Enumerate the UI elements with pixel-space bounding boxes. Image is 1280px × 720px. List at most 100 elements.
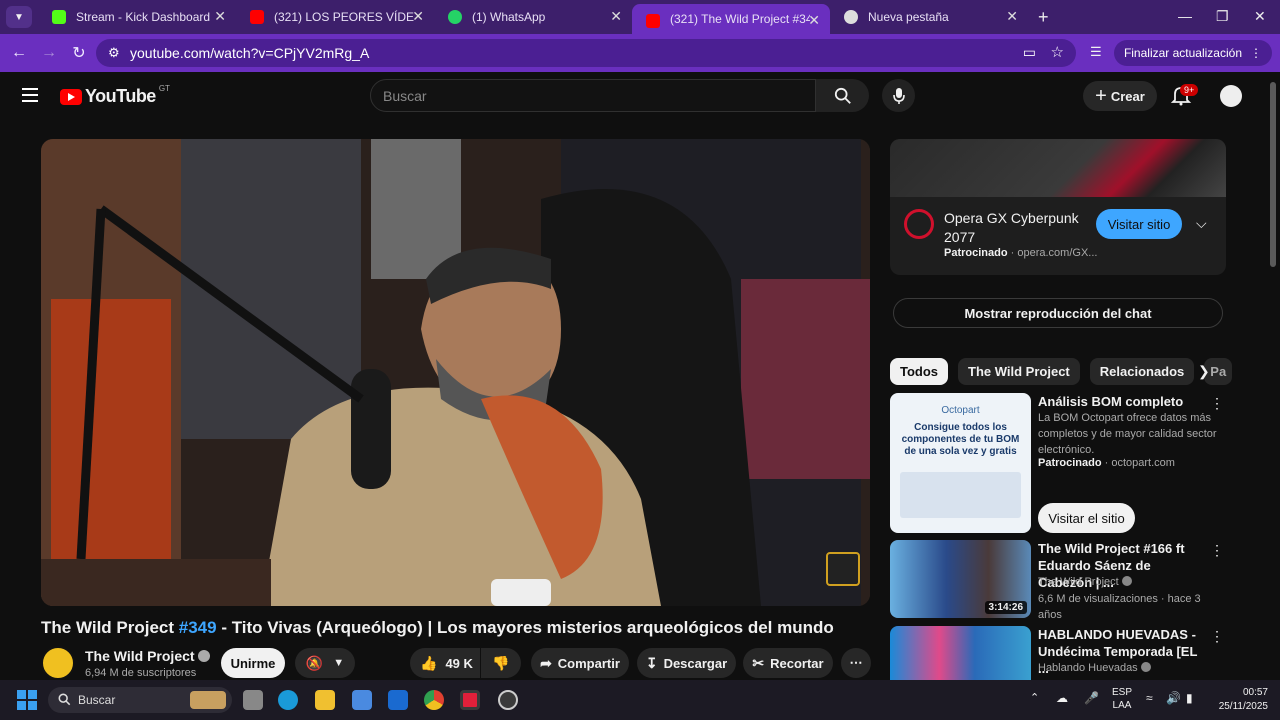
video-hashtag-link[interactable]: #349 (179, 618, 217, 637)
channel-avatar[interactable] (41, 646, 75, 680)
rec-channel-name[interactable]: The Wild Project (1038, 576, 1119, 588)
page-scrollbar[interactable] (1270, 82, 1276, 267)
more-horiz-icon: ⋯ (849, 655, 863, 670)
list-item[interactable]: Octopart Consigue todos los componentes … (890, 393, 1226, 533)
rec-sponsored-label: Patrocinado (1038, 457, 1102, 469)
visit-the-site-button[interactable]: Visitar el sitio (1038, 503, 1135, 533)
back-icon[interactable]: ← (4, 44, 34, 62)
outlook-icon[interactable] (388, 690, 408, 710)
clip-button[interactable]: ✂ Recortar (743, 648, 833, 678)
channel-name[interactable]: The Wild Project (85, 648, 211, 664)
more-options-icon[interactable]: ⋮ (1210, 628, 1224, 645)
close-tab-icon[interactable]: ✕ (808, 12, 820, 29)
ad-thumbnail[interactable]: Octopart Consigue todos los componentes … (890, 393, 1031, 533)
sponsored-ad-card[interactable]: Opera GX Cyberpunk 2077 Patrocinado · op… (890, 139, 1226, 275)
video-thumbnail[interactable] (890, 626, 1031, 680)
rec-title[interactable]: Análisis BOM completo (1038, 393, 1206, 410)
voice-search-button[interactable] (882, 79, 915, 112)
opera-gx-icon[interactable] (460, 690, 480, 710)
microsoft-store-icon[interactable] (352, 690, 372, 710)
clock-date: 25/11/2025 (1218, 701, 1268, 712)
ad-sponsored-label: Patrocinado (944, 247, 1008, 259)
create-label: Crear (1110, 88, 1145, 104)
edge-icon[interactable] (278, 690, 298, 710)
close-tab-icon[interactable]: ✕ (610, 8, 622, 25)
share-label: Compartir (557, 655, 620, 671)
chip-todos[interactable]: Todos (890, 358, 949, 385)
wifi-icon[interactable]: ≈ (1146, 692, 1153, 705)
close-tab-icon[interactable]: ✕ (214, 8, 226, 25)
create-button[interactable]: + Crear (1083, 81, 1157, 111)
chip-relacionados[interactable]: Relacionados (1089, 358, 1195, 385)
list-item[interactable]: HABLANDO HUEVADAS - Undécima Temporada [… (890, 626, 1226, 680)
more-actions-button[interactable]: ⋯ (841, 648, 871, 678)
visit-site-button[interactable]: Visitar sitio (1096, 209, 1182, 239)
onedrive-icon[interactable]: ☁ (1056, 692, 1068, 705)
finish-update-button[interactable]: Finalizar actualización ⋮ (1113, 40, 1272, 66)
tab-title: Stream - Kick Dashboard (76, 10, 211, 24)
chevron-right-icon[interactable]: ❯ (1198, 363, 1210, 380)
download-button[interactable]: ↧ Descargar (637, 648, 736, 678)
address-toolbar: ← → ↻ ⚙ youtube.com/watch?v=CPjYV2mRg_A … (0, 34, 1280, 72)
file-explorer-icon[interactable] (315, 690, 335, 710)
show-chat-replay-button[interactable]: Mostrar reproducción del chat (893, 298, 1223, 328)
windows-start-icon[interactable] (17, 690, 37, 710)
chrome-icon[interactable] (424, 690, 444, 710)
more-options-icon[interactable]: ⋮ (1210, 395, 1224, 412)
restore-icon[interactable]: ❐ (1216, 8, 1229, 25)
tab-whatsapp[interactable]: (1) WhatsApp ✕ (434, 0, 632, 34)
chevron-down-icon[interactable]: ⌵ (1196, 215, 1207, 232)
dislike-button[interactable]: 👎 (481, 648, 521, 678)
like-button[interactable]: 👍 49 K (410, 648, 480, 678)
chip-the-wild-project[interactable]: The Wild Project (958, 358, 1080, 385)
country-code: GT (158, 84, 170, 93)
reload-icon[interactable]: ↻ (64, 43, 94, 63)
volume-icon[interactable]: 🔊 (1166, 692, 1181, 705)
obs-icon[interactable] (498, 690, 518, 710)
youtube-logo[interactable]: YouTube GT (60, 84, 170, 107)
channel-watermark-icon[interactable] (826, 552, 860, 586)
battery-icon[interactable]: ▮ (1186, 692, 1193, 705)
search-button[interactable] (816, 79, 869, 112)
rec-channel: Hablando Huevadas (1038, 660, 1218, 676)
system-clock[interactable]: 00:57 25/11/2025 (1219, 686, 1268, 714)
plus-icon: + (1095, 84, 1107, 107)
mic-tray-icon[interactable]: 🎤 (1084, 692, 1099, 705)
new-tab-icon[interactable]: + (1038, 7, 1049, 28)
language-indicator[interactable]: ESP LAA (1112, 686, 1132, 712)
tab-wild-project-active[interactable]: (321) The Wild Project #349 - Ti ✕ (632, 4, 830, 34)
close-tab-icon[interactable]: ✕ (412, 8, 424, 25)
menu-icon[interactable] (22, 88, 38, 102)
more-menu-icon[interactable]: ⋮ (1250, 46, 1262, 60)
share-button[interactable]: ➦ Compartir (531, 648, 629, 678)
list-item[interactable]: 3:14:26 The Wild Project #166 ft Eduardo… (890, 540, 1226, 621)
subscription-bell-button[interactable]: 🔕 ▼ (295, 648, 355, 678)
ad-title[interactable]: Opera GX Cyberpunk 2077 (944, 209, 1084, 247)
tab-search-button[interactable]: ▼ (6, 6, 32, 28)
install-app-icon[interactable]: ▭ (1023, 44, 1036, 61)
thumbs-down-icon: 👎 (492, 654, 510, 671)
lang-top: ESP (1112, 687, 1133, 698)
media-control-icon[interactable]: ☰ (1090, 44, 1102, 60)
taskbar-search[interactable]: Buscar (48, 687, 232, 713)
search-input[interactable]: Buscar (370, 79, 816, 112)
join-button[interactable]: Unirme (221, 648, 285, 678)
forward-icon[interactable]: → (34, 44, 64, 62)
chevron-up-icon[interactable]: ⌃ (1030, 692, 1039, 705)
close-window-icon[interactable]: ✕ (1254, 8, 1266, 25)
bookmark-star-icon[interactable]: ☆ (1051, 43, 1064, 61)
rec-channel-name[interactable]: Hablando Huevadas (1038, 662, 1138, 674)
tab-new[interactable]: Nueva pestaña ✕ (830, 0, 1028, 34)
search-icon (58, 693, 71, 706)
more-options-icon[interactable]: ⋮ (1210, 542, 1224, 559)
tab-kick[interactable]: Stream - Kick Dashboard ✕ (38, 0, 236, 34)
video-player[interactable] (41, 139, 870, 606)
tab-youtube-peores[interactable]: (321) LOS PEORES VÍDEOS PARA ✕ (236, 0, 434, 34)
video-thumbnail[interactable]: 3:14:26 (890, 540, 1031, 618)
task-view-icon[interactable] (243, 690, 263, 710)
site-info-icon[interactable]: ⚙ (108, 45, 120, 61)
minimize-icon[interactable]: — (1178, 8, 1192, 24)
account-avatar[interactable] (1220, 85, 1242, 107)
omnibox[interactable]: ⚙ youtube.com/watch?v=CPjYV2mRg_A ▭ ☆ (96, 39, 1076, 67)
close-tab-icon[interactable]: ✕ (1006, 8, 1018, 25)
